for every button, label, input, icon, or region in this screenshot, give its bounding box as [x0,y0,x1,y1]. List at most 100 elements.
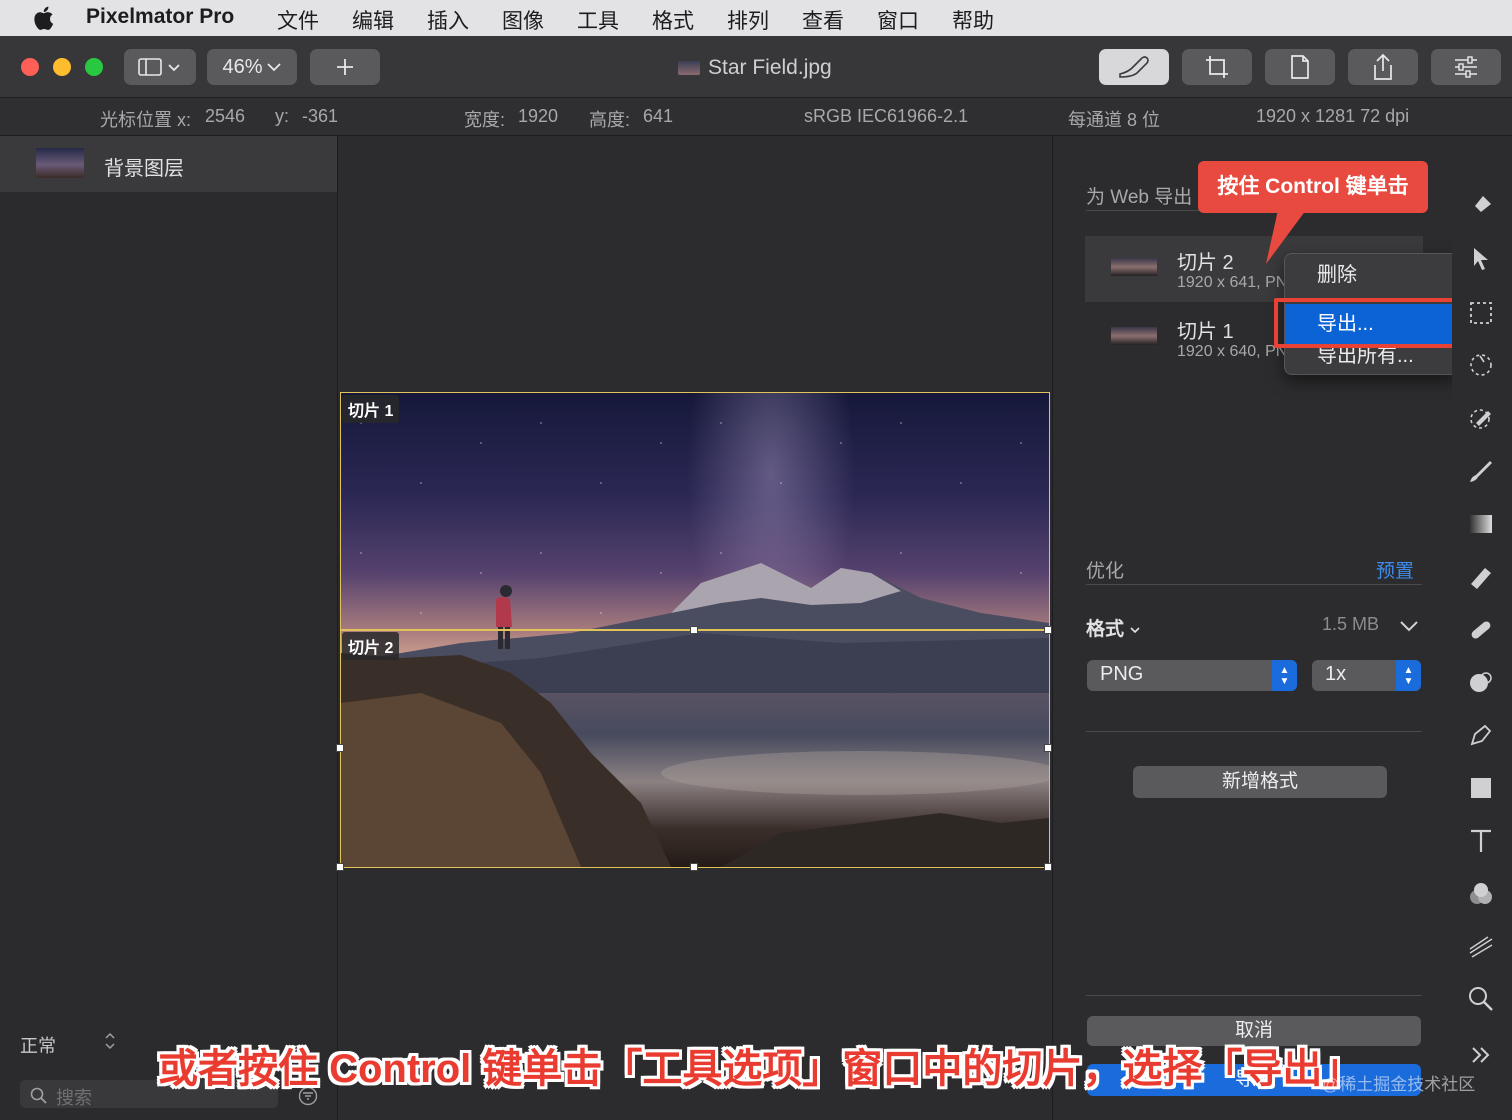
app-menu[interactable]: Pixelmator Pro [86,5,234,29]
selection-icon [1470,302,1492,324]
format-label[interactable]: 格式 [1086,614,1141,641]
chevron-down-icon [1130,627,1140,634]
divider [1086,584,1422,585]
chevron-down-icon[interactable] [1398,616,1420,636]
highlight-box [1274,298,1464,348]
gradient-icon [1470,515,1492,533]
chevron-down-icon [266,63,281,72]
resize-handle[interactable] [690,863,698,871]
arrange-tool[interactable] [1466,244,1496,274]
chevron-updown-icon[interactable] [104,1030,116,1052]
chevron-updown-icon: ▲ ▼ [1272,660,1297,691]
color-picker-tool[interactable] [1466,403,1496,433]
menu-file[interactable]: 文件 [277,5,319,35]
page-icon [1291,55,1309,79]
brush-stroke-icon [1119,56,1149,78]
type-tool[interactable] [1466,826,1496,856]
pen-icon [1470,724,1492,746]
more-tools-icon [1472,1047,1490,1063]
menu-insert[interactable]: 插入 [427,5,469,35]
resize-handle[interactable] [690,626,698,634]
repair-icon [1471,621,1491,639]
add-format-button[interactable]: 新增格式 [1133,766,1387,798]
height-value: 641 [643,106,674,126]
style-tool[interactable] [1466,191,1496,221]
selection-tool[interactable] [1466,298,1496,328]
share-button[interactable] [1348,49,1418,85]
annotation-callout: 按住 Control 键单击 [1198,161,1428,213]
export-for-web-header: 为 Web 导出 [1086,187,1193,208]
apple-menu-icon[interactable] [32,4,58,32]
adjustments-button[interactable] [1431,49,1501,85]
slice-name: 切片 1 [1177,321,1234,343]
menu-help[interactable]: 帮助 [952,5,994,35]
share-icon [1374,53,1392,80]
resize-handle[interactable] [336,744,344,752]
distort-tool[interactable] [1466,931,1496,961]
format-label-text: 格式 [1086,619,1125,640]
color-profile: sRGB IEC61966-2.1 [804,106,969,126]
menu-window[interactable]: 窗口 [877,5,919,35]
crop-button[interactable] [1182,49,1252,85]
zoom-icon [1469,987,1493,1011]
minimize-window-button[interactable] [53,58,71,76]
format-popup[interactable]: PNG ▲ ▼ [1087,660,1297,691]
scale-popup[interactable]: 1x ▲ ▼ [1312,660,1421,691]
distort-icon [1469,936,1493,958]
document-title: Star Field.jpg [678,56,832,80]
layer-row[interactable]: 背景图层 [0,136,337,192]
shape-tool[interactable] [1466,773,1496,803]
blend-mode-select[interactable]: 正常 [20,1032,56,1058]
bit-depth: 每通道 8 位 [1068,110,1161,130]
sidebar-icon [138,58,180,76]
eraser-icon [1471,568,1491,589]
document-button[interactable] [1265,49,1335,85]
add-button[interactable] [310,49,380,85]
resize-handle[interactable] [1044,626,1052,634]
magic-select-tool[interactable] [1466,350,1496,380]
menu-image[interactable]: 图像 [502,5,544,35]
callout-pointer [1266,210,1306,264]
zoom-tool[interactable] [1466,984,1496,1014]
zoom-window-button[interactable] [85,58,103,76]
more-tools-button[interactable] [1466,1040,1496,1070]
slice-1-outline[interactable] [340,392,1050,630]
paint-tool[interactable] [1466,456,1496,486]
document-title-text: Star Field.jpg [708,56,832,79]
style-tool-button[interactable] [1099,49,1169,85]
effects-tool[interactable] [1466,879,1496,909]
estimated-file-size: 1.5 MB [1322,614,1380,634]
menu-view[interactable]: 查看 [802,5,844,35]
height-label: 高度: [589,110,631,130]
gradient-tool[interactable] [1466,509,1496,539]
retouch-tool[interactable] [1466,667,1496,697]
zoom-level-value: 46% [222,55,263,78]
slice-2-outline[interactable] [340,630,1050,868]
cursor-x-value: 2546 [205,106,246,126]
presets-link[interactable]: 预置 [1376,556,1414,583]
pen-tool[interactable] [1466,720,1496,750]
optimize-label: 优化 [1086,561,1125,582]
effects-icon [1470,883,1492,904]
close-window-button[interactable] [21,58,39,76]
slice-dimensions: 1920 x 641, PNG [1177,274,1300,291]
search-placeholder: 搜索 [56,1088,92,1108]
slice-2-label: 切片 2 [342,632,400,660]
crop-icon [1206,56,1228,78]
menu-edit[interactable]: 编辑 [352,5,394,35]
repair-tool[interactable] [1466,615,1496,645]
menu-format[interactable]: 格式 [652,5,694,35]
resize-handle[interactable] [336,863,344,871]
resize-handle[interactable] [1044,863,1052,871]
resize-handle[interactable] [1044,744,1052,752]
sliders-icon [1455,56,1477,78]
paint-brush-icon [1470,461,1492,482]
shape-style-icon [1472,196,1491,215]
erase-tool[interactable] [1466,562,1496,592]
menu-arrange[interactable]: 排列 [727,5,769,35]
zoom-level-dropdown[interactable]: 46% [207,49,297,85]
sidebar-toggle-button[interactable] [124,49,196,85]
menu-tools[interactable]: 工具 [577,5,619,35]
layers-panel: 背景图层 正常 搜索 [0,136,338,1120]
scale-value: 1x [1325,663,1347,685]
